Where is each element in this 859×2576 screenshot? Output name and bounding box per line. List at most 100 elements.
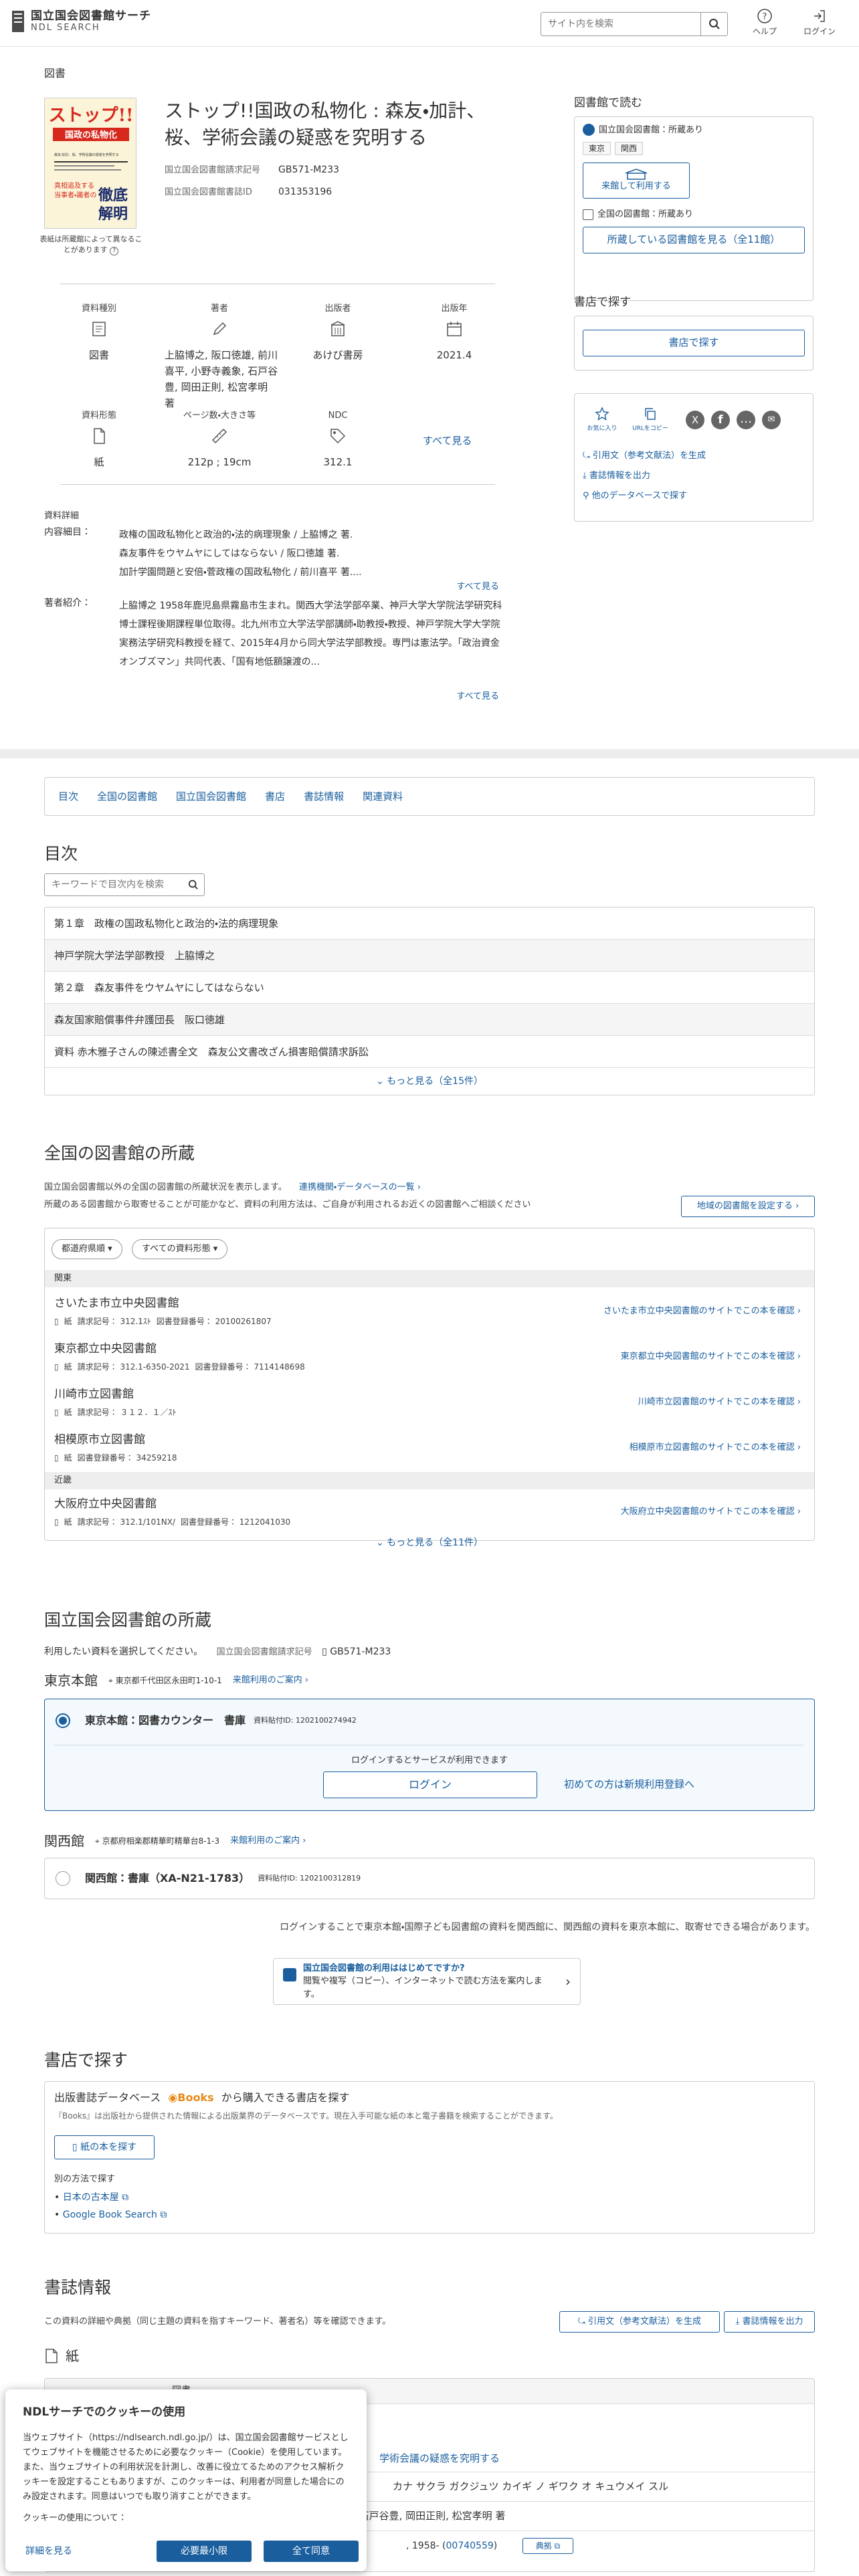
- see-all-author-link[interactable]: すべて見る: [456, 690, 499, 704]
- ndl-holdings-title: 国立国会図書館の所蔵: [44, 1610, 212, 1630]
- mail-share-icon[interactable]: ✉: [762, 411, 781, 429]
- library-site-link[interactable]: 川崎市立図書館のサイトでこの本を確認 ›: [638, 1396, 801, 1409]
- reg-number: 図書登録番号： 7114148698: [195, 1362, 305, 1372]
- generate-citation-link[interactable]: 引用文（参考文献法）を生成: [593, 451, 706, 461]
- site-logo[interactable]: 国立国会図書館サーチ NDL SEARCH: [11, 9, 151, 33]
- library-site-link[interactable]: さいたま市立中央図書館のサイトでこの本を確認 ›: [603, 1305, 801, 1318]
- visit-button[interactable]: 来館して利用する: [583, 163, 690, 199]
- authority-id-link[interactable]: 00740559: [446, 2541, 494, 2551]
- google-books-link[interactable]: Google Book Search: [63, 2210, 157, 2220]
- grid-value[interactable]: 312.1: [294, 454, 381, 470]
- toc-row: 資料 赤木雅子さんの陳述書全文 森友公文書改ざん損害賠償請求訴訟: [45, 1036, 814, 1068]
- generate-citation-button[interactable]: ⤿ 引用文（参考文献法）を生成: [559, 2311, 720, 2333]
- info-icon[interactable]: ?: [110, 247, 119, 255]
- read-in-library-title: 図書館で読む: [574, 96, 642, 110]
- cover-note-text: 表紙は所蔵館によって異なることがあります: [39, 235, 142, 254]
- grid-pub-year: 出版年 2021.4: [411, 302, 498, 363]
- call-number-label: 国立国会図書館請求記号: [165, 165, 261, 175]
- kosho-link[interactable]: 日本の古本屋: [63, 2192, 119, 2203]
- tab-toc[interactable]: 目次: [58, 789, 78, 804]
- see-all-grid-link[interactable]: すべて見る: [423, 433, 472, 449]
- search-icon[interactable]: [188, 879, 199, 890]
- tab-ndl[interactable]: 国立国会図書館: [176, 789, 246, 804]
- logo-subtitle: NDL SEARCH: [31, 23, 100, 33]
- toc-row: 第１章 政権の国政私物化と政治的・法的病理現象: [45, 907, 814, 940]
- grid-value[interactable]: あけび書房: [294, 347, 381, 363]
- header-search-input[interactable]: [541, 13, 700, 35]
- authority-button[interactable]: 典拠 ⧉: [522, 2538, 573, 2554]
- grid-label: NDC: [328, 411, 348, 421]
- tokyo-item-name: 東京本館：図書カウンター 書庫: [85, 1714, 246, 1727]
- ndl-login-button[interactable]: ログイン: [323, 1772, 537, 1798]
- help-button[interactable]: ? ヘルプ: [741, 8, 788, 37]
- action-links: ⤿ 引用文（参考文献法）を生成 ⤓ 書誌情報を出力 ⚲ 他のデータベースで探す: [583, 446, 805, 506]
- book-cover[interactable]: ストップ!! 国政の私物化 森友・加計、桜、学術会議の疑惑を究明する 真相追及す…: [44, 98, 136, 229]
- prefecture-sort-label: 都道府県順: [62, 1244, 106, 1254]
- library-sub: ▯ 紙請求記号： 312.1/101NX/図書登録番号： 1212041030: [54, 1516, 290, 1528]
- read-in-library-panel: 図書館で読む 国立国会図書館：所蔵あり 東京 関西 来館して利用する 全国の図書館…: [574, 95, 814, 301]
- export-bib-link[interactable]: 書誌情報を出力: [589, 471, 650, 481]
- line-share-icon[interactable]: …: [737, 411, 755, 429]
- tab-all-libraries[interactable]: 全国の図書館: [97, 789, 157, 804]
- set-region-button[interactable]: 地域の図書館を設定する ›: [681, 1196, 815, 1217]
- paper-icon: ▯: [54, 1362, 59, 1372]
- header-search-button[interactable]: [700, 13, 727, 35]
- tab-related[interactable]: 関連資料: [363, 789, 403, 804]
- tab-bookstore[interactable]: 書店: [265, 789, 285, 804]
- first-time-question: 国立国会図書館の利用ははじめてですか?: [303, 1963, 465, 1973]
- library-name: 相模原市立図書館: [54, 1433, 145, 1446]
- libs-more-link[interactable]: ⌄ もっと見る（全11件）: [376, 1537, 483, 1548]
- copy-url-label: URLをコピー: [632, 425, 668, 432]
- grid-value: 図書: [88, 348, 109, 361]
- section-divider: [0, 749, 859, 758]
- see-all-contents-link[interactable]: すべて見る: [456, 580, 499, 594]
- find-paper-book-button[interactable]: ▯ 紙の本を探す: [54, 2135, 155, 2159]
- radio-selected-icon[interactable]: [56, 1713, 70, 1728]
- ndl-logo-icon: [12, 11, 24, 32]
- bib-title-link[interactable]: 学術会議の疑惑を究明する: [379, 2451, 500, 2466]
- favorite-button[interactable]: お気に入り: [583, 406, 622, 434]
- login-button[interactable]: ログイン: [796, 8, 843, 37]
- call-number: 請求記号： 312.1/101NX/: [77, 1517, 175, 1527]
- tag-icon: [330, 428, 346, 443]
- kansai-visit-info-link[interactable]: 来館利用のご案内 ›: [230, 1834, 306, 1848]
- export-bib-button[interactable]: ⤓ 書誌情報を出力: [724, 2311, 815, 2333]
- ndl-logo-icon: [583, 124, 595, 136]
- cookie-minimum-button[interactable]: 必要最小限: [157, 2541, 252, 2562]
- download-icon: ⤓: [583, 471, 589, 481]
- view-libraries-button[interactable]: 所蔵している図書館を見る（全11館）: [583, 226, 805, 253]
- other-db-link[interactable]: 他のデータベースで探す: [592, 491, 687, 501]
- kansai-item-box[interactable]: 関西館：書庫（XA-N21-1783） 資料貼付ID: 120210031281…: [44, 1858, 815, 1899]
- toc-search-input[interactable]: [45, 879, 188, 890]
- library-site-link[interactable]: 大阪府立中央図書館のサイトでこの本を確認 ›: [621, 1505, 801, 1519]
- cookie-detail-link[interactable]: 詳細を見る: [25, 2545, 72, 2559]
- library-site-link[interactable]: 相模原市立図書館のサイトでこの本を確認 ›: [630, 1441, 801, 1455]
- bookstore-box: 書店で探す: [574, 315, 814, 370]
- register-link[interactable]: 初めての方は新規利用登録へ: [564, 1777, 694, 1792]
- bib-info-intro: この資料の詳細や典拠（同じ主題の資料を指すキーワード、著者名）等を確認できます。: [44, 2317, 391, 2327]
- facebook-share-icon[interactable]: f: [711, 411, 730, 429]
- copy-url-button[interactable]: URLをコピー: [631, 407, 670, 434]
- building-icon: [625, 169, 648, 180]
- toc-more-link[interactable]: ⌄ もっと見る（全15件）: [376, 1076, 483, 1087]
- find-bookstore-button[interactable]: 書店で探す: [583, 329, 805, 356]
- tokyo-visit-info-link[interactable]: 来館利用のご案内 ›: [233, 1674, 308, 1687]
- grid-label: 出版年: [441, 304, 468, 314]
- grid-value[interactable]: 上脇博之, 阪口徳雄, 前川喜平, 小野寺義象, 石戸谷豊, 岡田正則, 松宮孝…: [159, 347, 280, 411]
- libs-more-label: もっと見る（全11件）: [387, 1537, 483, 1548]
- material-form-dropdown[interactable]: すべての資料形態 ▾: [132, 1239, 228, 1259]
- action-panel: お気に入り URLをコピー X f … ✉ ⤿ 引用文（参考文献法）を生成 ⤓ …: [574, 393, 814, 522]
- prefecture-sort-dropdown[interactable]: 都道府県順 ▾: [52, 1239, 122, 1259]
- bookstore-panel: 書店で探す 書店で探す: [574, 294, 814, 370]
- kansai-address: ⌖ 京都府相楽郡精華町精華台8-1-3: [95, 1835, 219, 1847]
- partner-list-link[interactable]: 連携機関・データベースの一覧 ›: [299, 1182, 421, 1192]
- contents-key: 内容細目：: [44, 527, 91, 538]
- tab-bib-info[interactable]: 書誌情報: [304, 789, 344, 804]
- radio-unselected-icon[interactable]: [56, 1871, 70, 1886]
- tokyo-item-box[interactable]: 東京本館：図書カウンター 書庫 資料貼付ID: 1202100274942 ログ…: [44, 1699, 815, 1811]
- library-site-link[interactable]: 東京都立中央図書館のサイトでこの本を確認 ›: [621, 1350, 801, 1364]
- star-icon: [595, 406, 609, 421]
- first-time-guide[interactable]: 国立国会図書館の利用ははじめてですか? 閲覧や複写（コピー）、インターネットで読…: [273, 1958, 581, 2005]
- x-share-icon[interactable]: X: [686, 411, 704, 429]
- cookie-accept-all-button[interactable]: 全て同意: [264, 2541, 359, 2562]
